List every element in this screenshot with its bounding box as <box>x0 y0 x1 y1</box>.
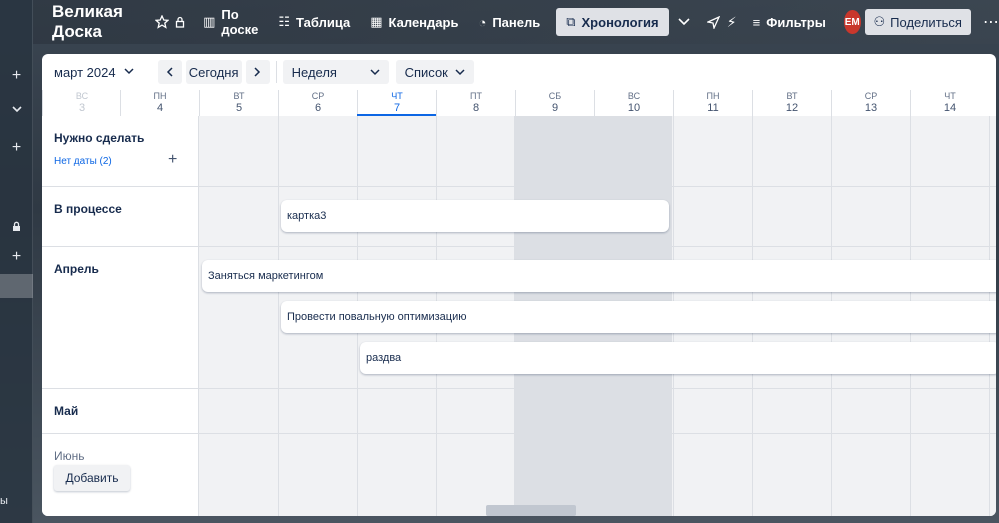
chevron-left-icon <box>167 67 173 77</box>
dashboard-icon: ◔ <box>478 14 487 30</box>
day-column-header: ВТ 5 <box>199 90 278 116</box>
timeline-card-card3[interactable]: картка3 <box>281 200 669 232</box>
day-column-header: ПТ 8 <box>436 90 515 116</box>
timeline-icon: ⧉ <box>566 14 576 29</box>
star-icon[interactable] <box>153 8 171 36</box>
lock-icon[interactable] <box>171 8 189 36</box>
group-label-in-progress: В процессе <box>54 202 122 216</box>
sidebar-active-item[interactable] <box>0 274 33 298</box>
sidebar-chevron-down-icon[interactable] <box>0 97 33 121</box>
month-label: март 2024 <box>54 64 116 80</box>
day-column-header: СБ 9 <box>515 90 594 116</box>
table-label: Таблица <box>296 14 351 30</box>
day-column-header: ВТ 12 <box>752 90 831 116</box>
left-sidebar: + + + ы <box>0 0 33 523</box>
board-title[interactable]: Великая Доска <box>52 2 139 42</box>
group-label-june: Июнь <box>54 449 85 463</box>
day-header: ВС 3 ПН 4 ВТ 5 СР 6 ЧТ 7 ПТ 8 СБ 9 ВС 10 ПН 11 ВТ… <box>42 90 996 116</box>
timeline-label: Хронология <box>581 14 659 30</box>
list-chevron-down-icon <box>455 68 465 75</box>
sidebar-truncated-text: ы <box>0 495 8 507</box>
today-button[interactable]: Сегодня <box>185 60 242 84</box>
group-labels-column: Нужно сделать Нет даты (2) + В процессе … <box>42 116 199 516</box>
list-group-select[interactable]: Список <box>395 60 474 84</box>
calendar-label: Календарь <box>388 14 459 30</box>
month-selector[interactable]: март 2024 <box>54 65 134 80</box>
timeline-card-marketing[interactable]: Заняться маркетингом <box>202 260 996 292</box>
views-chevron-down-icon[interactable] <box>675 8 693 36</box>
group-label-april: Апрель <box>54 262 99 276</box>
dashboard-button[interactable]: ◔ Панель <box>472 8 546 36</box>
sidebar-plus-icon[interactable]: + <box>0 64 33 88</box>
add-card-plus-icon[interactable]: + <box>168 151 177 169</box>
share-label: Поделиться <box>890 14 962 30</box>
table-button[interactable]: ☷ Таблица <box>272 8 356 36</box>
day-column-header: СР 6 <box>278 90 357 116</box>
table-icon: ☷ <box>278 14 291 29</box>
day-column-header: ПН 11 <box>673 90 752 116</box>
toolbar-divider <box>275 61 277 83</box>
share-button[interactable]: ⚇ Поделиться <box>864 9 971 35</box>
board-view-icon: ▥ <box>203 14 216 29</box>
timeline-panel: март 2024 Сегодня Неделя Список ВС 3 ПН 4 … <box>42 54 996 516</box>
sidebar-lock-icon <box>0 214 33 238</box>
add-person-icon: ⚇ <box>873 14 886 29</box>
chevron-right-icon <box>254 67 261 77</box>
day-column-header-today: ЧТ 7 <box>357 90 436 116</box>
add-button[interactable]: Добавить <box>54 465 130 491</box>
timeline-grid: Нужно сделать Нет даты (2) + В процессе … <box>42 116 996 516</box>
board-header: Великая Доска ▥ По доске ☷ Таблица ▦ Кал… <box>33 0 999 44</box>
more-icon[interactable]: ⋯ <box>983 12 999 32</box>
day-column-header: СР 13 <box>831 90 910 116</box>
horizontal-scrollbar[interactable] <box>486 505 576 516</box>
day-column-header: ПН 4 <box>120 90 199 116</box>
list-label: Список <box>404 64 448 80</box>
day-column-header: ВС 3 <box>42 90 121 116</box>
week-label: Неделя <box>291 64 337 80</box>
dashboard-label: Панель <box>492 14 541 30</box>
lightning-icon[interactable]: ⚡ <box>723 8 741 36</box>
calendar-button[interactable]: ▦ Календарь <box>364 8 464 36</box>
sidebar-add-board-icon[interactable]: + <box>0 245 33 269</box>
timeline-card-razdva[interactable]: раздва <box>360 342 996 374</box>
next-week-button[interactable] <box>245 60 270 84</box>
day-column-header: ЧТ 14 <box>910 90 989 116</box>
no-date-link[interactable]: Нет даты (2) <box>54 156 112 167</box>
by-board-label: По доске <box>221 7 259 37</box>
calendar-icon: ▦ <box>370 14 383 29</box>
month-chevron-down-icon <box>124 66 134 78</box>
timeline-button[interactable]: ⧉ Хронология <box>556 8 669 36</box>
by-board-button[interactable]: ▥ По доске <box>197 7 264 37</box>
prev-week-button[interactable] <box>157 60 182 84</box>
week-chevron-down-icon <box>370 68 380 75</box>
week-zoom-select[interactable]: Неделя <box>282 60 389 84</box>
sidebar-add-icon[interactable]: + <box>0 136 33 160</box>
filter-icon: ≡ <box>752 14 761 30</box>
filters-label: Фильтры <box>766 14 826 30</box>
group-label-may: Май <box>54 404 79 418</box>
filters-button[interactable]: ≡ Фильтры <box>747 8 832 36</box>
avatar[interactable]: EM <box>843 10 861 34</box>
group-label-todo: Нужно сделать <box>54 131 145 145</box>
send-icon[interactable] <box>705 8 723 36</box>
timeline-card-optimization[interactable]: Провести повальную оптимизацию <box>281 301 996 333</box>
day-column-header: ВС 10 <box>594 90 673 116</box>
timeline-toolbar: март 2024 Сегодня Неделя Список <box>42 54 996 90</box>
